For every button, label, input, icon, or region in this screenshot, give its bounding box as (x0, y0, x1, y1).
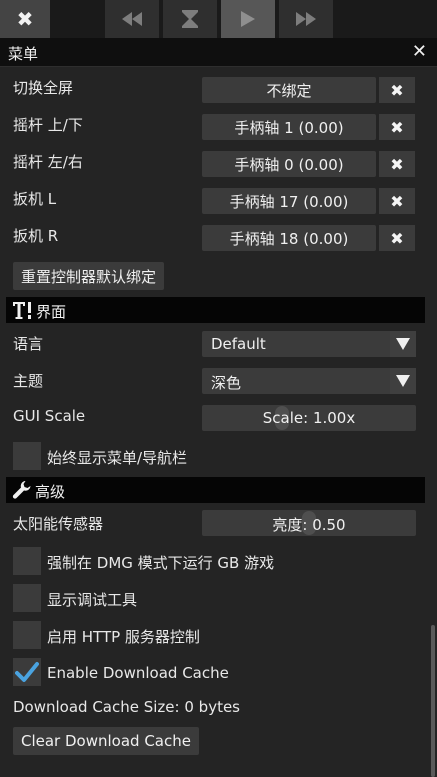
always-show-nav-checkbox[interactable] (13, 442, 41, 470)
close-icon: ✖ (16, 7, 34, 31)
gui-scale-slider[interactable]: Scale: 1.00x (202, 405, 416, 431)
theme-value: 深色 (211, 374, 242, 392)
binding-label: 扳机 R (13, 227, 59, 245)
section-header-interface: 界面 (6, 297, 425, 323)
rewind-icon (122, 12, 142, 26)
section-title: 高级 (35, 483, 66, 501)
binding-label: 摇杆 上/下 (13, 116, 83, 134)
section-header-advanced: 高级 (6, 477, 425, 503)
hourglass-button[interactable] (163, 0, 217, 38)
download-cache-size-text: Download Cache Size: 0 bytes (13, 698, 240, 716)
always-show-nav-label: 始终显示菜单/导航栏 (47, 449, 188, 467)
clear-binding-icon[interactable]: ✖ (379, 114, 415, 140)
theme-select[interactable]: 深色 (202, 368, 416, 394)
rewind-button[interactable] (105, 0, 159, 38)
http-server-control-checkbox[interactable] (13, 621, 41, 649)
scrollbar[interactable] (431, 625, 435, 777)
text-format-icon (13, 302, 31, 319)
fast-forward-icon (296, 12, 316, 26)
clear-binding-icon[interactable]: ✖ (379, 188, 415, 214)
binding-label: 摇杆 左/右 (13, 153, 83, 171)
language-value: Default (211, 335, 266, 353)
chevron-down-icon (390, 331, 416, 357)
checkmark-icon (15, 662, 39, 682)
clear-binding-icon[interactable]: ✖ (379, 151, 415, 177)
fast-forward-button[interactable] (279, 0, 333, 38)
theme-label: 主题 (13, 372, 44, 390)
show-debug-tools-label: 显示调试工具 (47, 591, 138, 609)
solar-sensor-value: 亮度: 0.50 (272, 516, 346, 534)
enable-download-cache-checkbox[interactable] (13, 658, 41, 686)
clear-binding-icon[interactable]: ✖ (379, 77, 415, 103)
show-debug-tools-checkbox[interactable] (13, 584, 41, 612)
solar-sensor-label: 太阳能传感器 (13, 515, 104, 533)
menu-header: 菜单 ✕ (0, 38, 437, 67)
force-dmg-checkbox[interactable] (13, 547, 41, 575)
clear-binding-icon[interactable]: ✖ (379, 225, 415, 251)
play-icon (241, 11, 255, 27)
reset-bindings-button[interactable]: 重置控制器默认绑定 (13, 262, 165, 290)
http-server-control-label: 启用 HTTP 服务器控制 (47, 628, 200, 646)
wrench-icon (12, 481, 31, 499)
binding-value-button[interactable]: 手柄轴 17 (0.00) (202, 188, 376, 214)
language-select[interactable]: Default (202, 331, 416, 357)
menu-close-icon[interactable]: ✕ (412, 41, 427, 62)
enable-download-cache-label: Enable Download Cache (47, 664, 229, 682)
chevron-down-icon (390, 368, 416, 394)
gui-scale-label: GUI Scale (13, 407, 86, 425)
menu-title: 菜单 (8, 45, 39, 63)
binding-value-button[interactable]: 手柄轴 0 (0.00) (202, 151, 376, 177)
binding-label: 扳机 L (13, 190, 57, 208)
binding-label: 切换全屏 (13, 79, 74, 97)
clear-download-cache-button[interactable]: Clear Download Cache (13, 727, 199, 755)
play-button[interactable] (221, 0, 275, 38)
gui-scale-value: Scale: 1.00x (262, 409, 356, 427)
force-dmg-label: 强制在 DMG 模式下运行 GB 游戏 (47, 554, 275, 572)
binding-value-button[interactable]: 手柄轴 1 (0.00) (202, 114, 376, 140)
binding-value-button[interactable]: 手柄轴 18 (0.00) (202, 225, 376, 251)
hourglass-icon (182, 10, 198, 28)
solar-sensor-slider[interactable]: 亮度: 0.50 (202, 510, 416, 536)
top-toolbar: ✖ (0, 0, 437, 38)
section-title: 界面 (36, 303, 67, 321)
language-label: 语言 (13, 335, 44, 353)
close-emulator-button[interactable]: ✖ (0, 0, 50, 38)
binding-value-button[interactable]: 不绑定 (202, 77, 376, 103)
